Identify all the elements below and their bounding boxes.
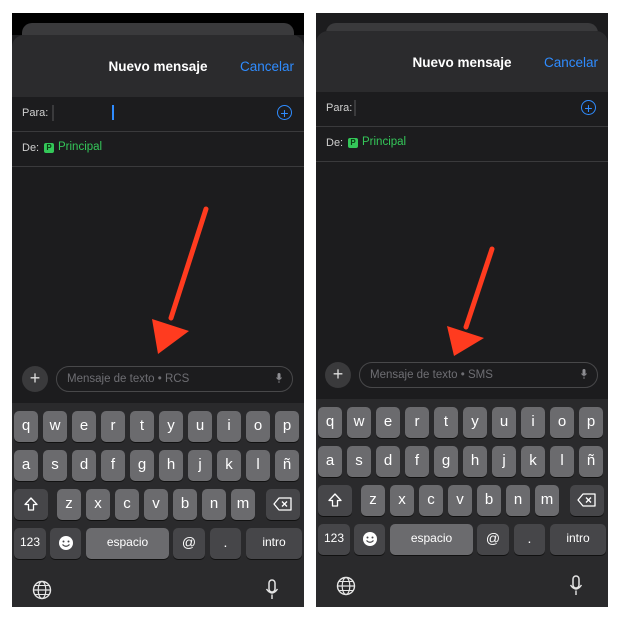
screen-right: Nuevo mensaje Cancelar Para: + De: P Pri… (316, 13, 608, 607)
red-arrow (152, 206, 209, 354)
red-arrow (447, 246, 495, 356)
screen-left: Nuevo mensaje Cancelar Para: + De: P Pri… (12, 13, 304, 607)
